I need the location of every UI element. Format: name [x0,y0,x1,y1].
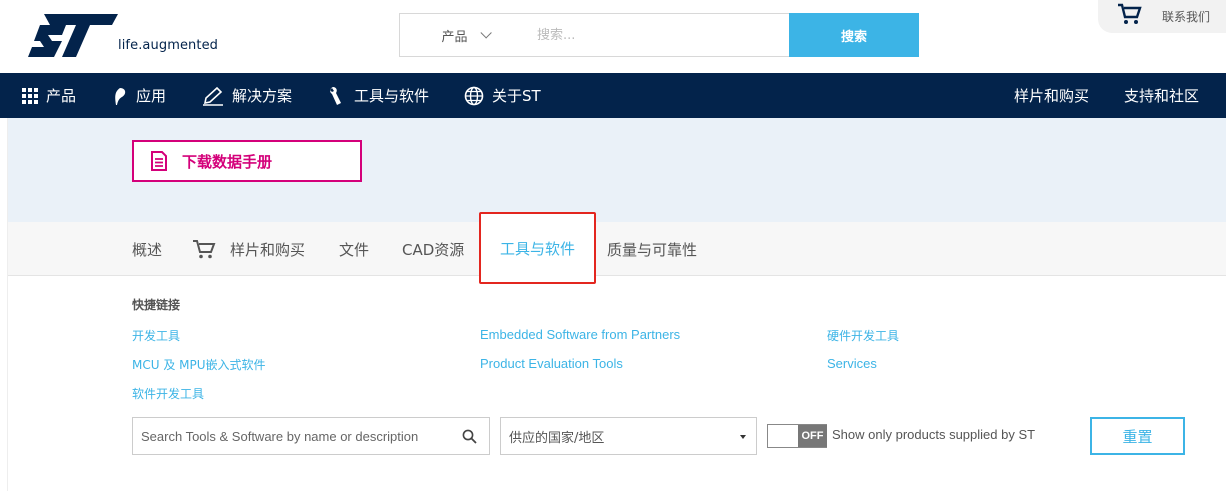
tab-cad-resources[interactable]: CAD资源 [402,222,464,276]
contact-us-link[interactable]: 联系我们 [1162,8,1210,25]
cart-icon [193,240,216,259]
caret-down-icon [740,435,746,439]
toggle-state: OFF [798,425,827,447]
nav-label-about-st: 关于ST [492,87,541,105]
supplied-by-st-toggle[interactable]: OFF [767,424,827,448]
nav-item-products[interactable]: 产品 [22,73,76,118]
search-button[interactable]: 搜索 [789,13,919,57]
tab-samples-buy[interactable]: 样片和购买 [192,222,305,276]
nav-label-tools-software: 工具与软件 [354,87,430,105]
quick-link-software-dev-tools[interactable]: 软件开发工具 [132,385,204,402]
nav-item-applications[interactable]: 应用 [112,73,166,118]
quick-link-embedded-software[interactable]: MCU 及 MPU嵌入式软件 [132,356,266,373]
tools-search-box [132,417,490,455]
globe-icon [464,86,484,105]
search-category-dropdown[interactable]: 产品 [399,13,530,57]
tab-quality-reliability[interactable]: 质量与可靠性 [607,222,697,276]
main-nav: 产品 应用 解决方案 工具与软件 关于ST 样片和购买 支持和社区 [0,73,1226,118]
logo-tagline: life.augmented [118,38,219,53]
nav-label-applications: 应用 [136,87,167,105]
search-icon[interactable] [462,429,477,444]
search-category-label: 产品 [441,29,468,45]
quick-link-evaluation-tools[interactable]: Product Evaluation Tools [480,356,623,371]
nav-item-tools-software[interactable]: 工具与软件 [328,73,429,118]
quick-link-dev-tools[interactable]: 开发工具 [132,327,180,344]
quick-link-hardware-dev-tools[interactable]: 硬件开发工具 [827,327,899,344]
nav-label-products: 产品 [46,87,77,105]
nav-label-solutions: 解决方案 [232,87,293,105]
quick-link-services[interactable]: Services [827,356,877,371]
tools-search-input[interactable] [133,418,453,454]
country-select-value: 供应的国家/地区 [509,430,605,446]
leaf-icon [115,87,126,105]
search-input[interactable] [529,13,790,57]
nav-item-support-community[interactable]: 支持和社区 [1124,73,1199,118]
tab-samples-buy-label: 样片和购买 [230,240,306,259]
left-edge [0,118,8,491]
tab-tools-software[interactable]: 工具与软件 [479,212,596,284]
toggle-label: Show only products supplied by ST [832,427,1036,442]
nav-item-samples-buy[interactable]: 样片和购买 [1014,73,1089,118]
pencil-icon [203,86,223,106]
st-logo[interactable] [26,11,120,59]
grid-icon [22,87,38,104]
nav-item-solutions[interactable]: 解决方案 [202,73,292,118]
chevron-down-icon [479,27,492,39]
nav-item-about-st[interactable]: 关于ST [464,73,541,118]
country-select[interactable]: 供应的国家/地区 [500,417,757,455]
toggle-knob [768,425,798,447]
tab-documents[interactable]: 文件 [339,222,369,276]
tab-overview[interactable]: 概述 [132,222,162,276]
quick-link-partner-software[interactable]: Embedded Software from Partners [480,327,680,342]
document-icon [151,151,167,171]
cart-icon[interactable] [1116,2,1142,26]
download-datasheet-button[interactable]: 下载数据手册 [132,140,362,182]
quick-links-title: 快捷链接 [132,298,181,312]
download-datasheet-label: 下载数据手册 [182,152,273,171]
wrench-icon [330,86,341,105]
reset-button[interactable]: 重置 [1090,417,1185,455]
